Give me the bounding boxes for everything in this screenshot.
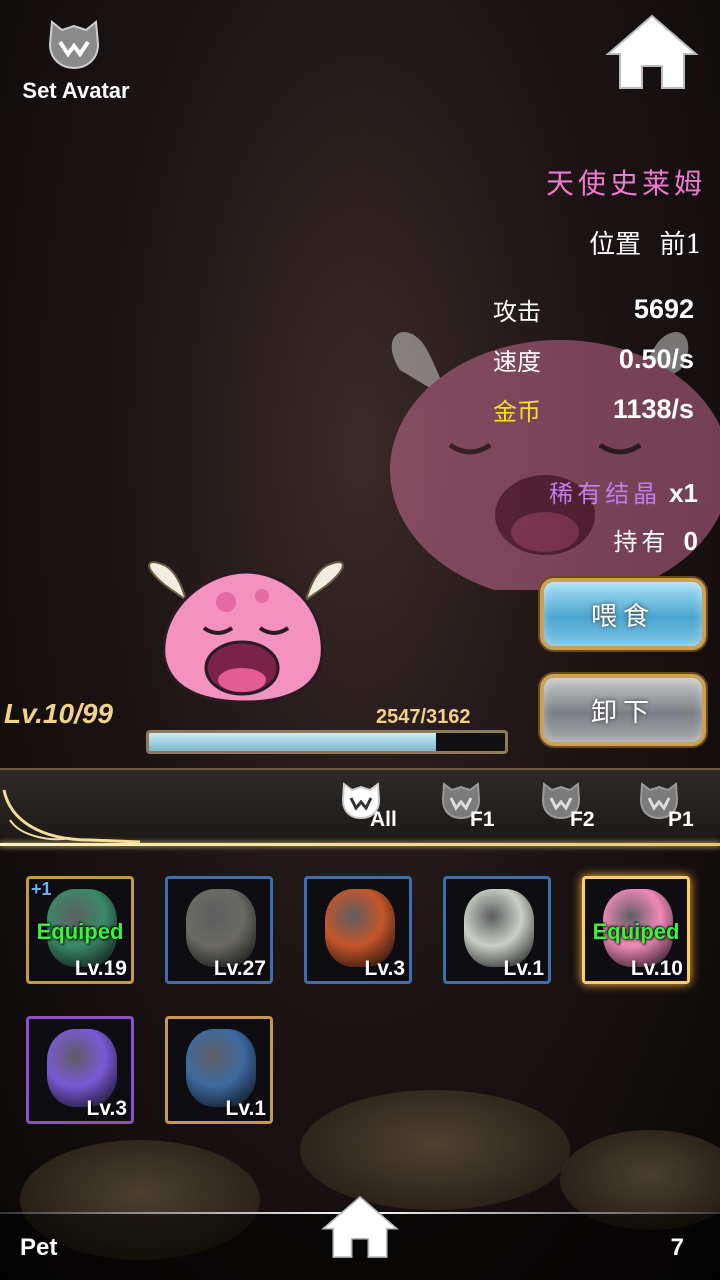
rare-crystal-label: 稀有结晶 [549, 480, 662, 508]
pet-card-portrait [186, 1029, 256, 1107]
angel-slime-sprite [148, 561, 344, 704]
gold-value: 1138/s [612, 394, 694, 424]
filter-tab-label: P1 [668, 808, 694, 831]
pet-card-level: Lv.19 [74, 957, 127, 980]
filter-tab-label: F2 [570, 808, 595, 831]
ornament-swirl [2, 789, 140, 844]
speed-value: 0.50/s [618, 344, 694, 374]
xp-bar [146, 730, 508, 754]
filter-tab-label: All [370, 808, 397, 831]
pet-name: 天使史莱姆 [545, 167, 706, 200]
attack-label: 攻击 [493, 298, 541, 326]
pet-card-equipped: Equiped [36, 919, 124, 944]
set-avatar-label: Set Avatar [22, 78, 130, 103]
filter-tab-all[interactable]: All [340, 780, 420, 836]
pet-card[interactable]: +1 Equiped Lv.19 [26, 876, 134, 984]
pet-card[interactable]: Lv.3 [26, 1016, 134, 1124]
filter-tab-f2[interactable]: F2 [540, 780, 620, 836]
pet-level-max: /99 [74, 698, 113, 729]
filter-tab-p1[interactable]: P1 [638, 780, 718, 836]
rare-crystal-qty: x1 [669, 478, 698, 508]
set-avatar-button[interactable]: Set Avatar [16, 18, 136, 108]
pet-card-portrait [186, 889, 256, 967]
pet-level-value: Lv.10 [4, 698, 75, 729]
pet-card[interactable]: Equiped Lv.10 [582, 876, 690, 984]
owned-label: 持有 [613, 528, 670, 556]
pet-card[interactable]: Lv.27 [165, 876, 273, 984]
rare-crystal-info: 稀有结晶 x1 [549, 474, 698, 509]
pet-card-level: Lv.1 [225, 1097, 266, 1120]
position-label: 位置 [589, 230, 642, 260]
pet-card-level: Lv.3 [86, 1097, 127, 1120]
pet-card-level: Lv.10 [630, 957, 683, 980]
filter-tab-f1[interactable]: F1 [440, 780, 520, 836]
attack-value: 5692 [633, 294, 694, 324]
feed-button[interactable]: 喂食 [540, 578, 706, 650]
owned-info: 持有 0 [614, 522, 698, 557]
xp-text: 2547/3162 [376, 706, 471, 728]
pet-card-plus: +1 [31, 879, 52, 899]
pet-count: 7 [670, 1234, 684, 1261]
pet-level: Lv.10/99 [4, 698, 113, 730]
pet-card-portrait [47, 1029, 117, 1107]
pet-card-level: Lv.27 [213, 957, 266, 980]
pet-card-portrait [464, 889, 534, 967]
gold-label: 金币 [493, 398, 541, 426]
home-icon [321, 1195, 399, 1258]
pet-card-level: Lv.3 [364, 957, 405, 980]
speed-label: 速度 [493, 348, 541, 376]
position-value: 前1 [659, 230, 702, 260]
footer-title: Pet [20, 1234, 58, 1261]
home-tab-button[interactable] [320, 1192, 400, 1262]
pet-card[interactable]: Lv.1 [165, 1016, 273, 1124]
pet-card-equipped: Equiped [592, 919, 680, 944]
wolf-emblem-icon [48, 20, 100, 70]
home-icon [605, 14, 699, 89]
filter-tab-label: F1 [470, 808, 495, 831]
pet-card[interactable]: Lv.1 [443, 876, 551, 984]
pet-card-level: Lv.1 [503, 957, 544, 980]
pet-card-portrait [325, 889, 395, 967]
owned-qty: 0 [683, 526, 698, 556]
home-button[interactable] [604, 12, 700, 92]
position-info: 位置 前1 [589, 224, 702, 261]
pet-card[interactable]: Lv.3 [304, 876, 412, 984]
xp-bar-fill [149, 733, 436, 751]
unload-button[interactable]: 卸下 [540, 674, 706, 746]
